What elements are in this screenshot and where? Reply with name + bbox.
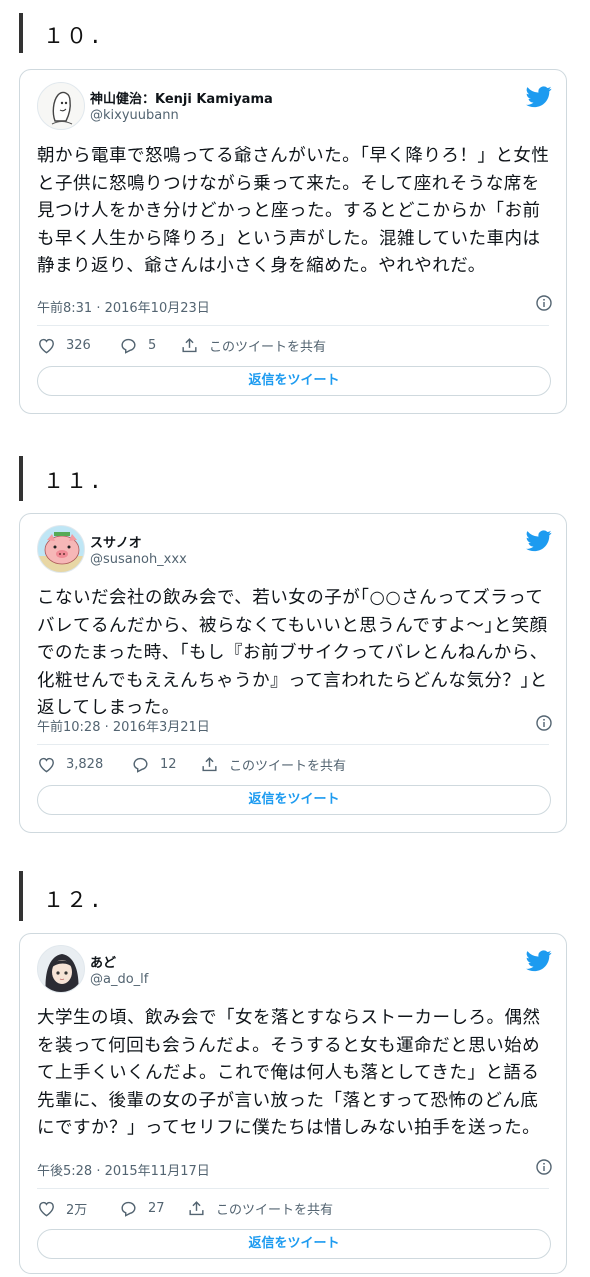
like-action[interactable]: 326: [37, 336, 91, 355]
reply-count: 12: [160, 757, 177, 772]
share-icon: [202, 757, 217, 772]
divider: [37, 1188, 549, 1189]
like-action[interactable]: 3,828: [37, 755, 103, 774]
tweet-actions: 326 5 このツイートを共有: [37, 336, 551, 358]
like-count: 3,828: [66, 757, 104, 772]
heart-icon: [39, 757, 54, 773]
reply-tweet-button[interactable]: 返信をツイート: [37, 785, 551, 815]
reply-tweet-button[interactable]: 返信をツイート: [37, 366, 551, 396]
twitter-bird-icon[interactable]: [526, 950, 552, 972]
reply-tweet-button[interactable]: 返信をツイート: [37, 1229, 551, 1259]
tweet-timestamp[interactable]: 午後5:28 · 2015年11月17日: [37, 1160, 210, 1179]
section-heading-bar: [19, 13, 23, 53]
info-icon[interactable]: [536, 295, 552, 311]
section-heading-bar: [19, 871, 23, 921]
reply-icon: [121, 338, 136, 354]
reply-action[interactable]: 5: [119, 336, 156, 355]
reply-icon: [121, 1201, 136, 1217]
share-label: このツイートを共有: [209, 340, 327, 355]
user-handle[interactable]: @a_do_lf: [90, 972, 148, 987]
avatar[interactable]: [37, 945, 85, 993]
share-action[interactable]: このツイートを共有: [187, 1199, 333, 1218]
tweet-card[interactable]: あど @a_do_lf 大学生の頃、飲み会で「女を落とすならストーカーしろ。偶然…: [19, 933, 567, 1274]
tweet-text: こないだ会社の飲み会で、若い女の子が｢○○さんってズラってバレてるんだから、被ら…: [37, 588, 548, 719]
display-name[interactable]: あど: [90, 952, 116, 971]
display-name[interactable]: 神山健治：Kenji Kamiyama: [90, 88, 273, 107]
display-name[interactable]: スサノオ: [90, 532, 142, 551]
user-handle[interactable]: @kixyuubann: [90, 108, 179, 123]
avatar[interactable]: [37, 82, 85, 130]
info-icon[interactable]: [536, 715, 552, 731]
twitter-bird-icon[interactable]: [526, 530, 552, 552]
share-label: このツイートを共有: [229, 759, 347, 774]
avatar[interactable]: [37, 525, 85, 573]
section-number: １０.: [43, 24, 104, 48]
reply-count: 5: [148, 338, 157, 353]
share-icon: [189, 1201, 204, 1216]
twitter-bird-icon[interactable]: [526, 86, 552, 108]
like-count: 2万: [66, 1203, 88, 1218]
divider: [37, 744, 549, 745]
user-handle[interactable]: @susanoh_xxx: [90, 552, 187, 567]
share-label: このツイートを共有: [216, 1203, 334, 1218]
section-heading-bar: [19, 456, 23, 501]
tweet-timestamp[interactable]: 午前8:31 · 2016年10月23日: [37, 297, 210, 316]
section-number: １２.: [43, 888, 104, 912]
like-action[interactable]: 2万: [37, 1199, 87, 1218]
reply-icon: [133, 757, 148, 773]
tweet-actions: 2万 27 このツイートを共有: [37, 1199, 551, 1221]
share-icon: [182, 338, 197, 353]
tweet-text: 朝から電車で怒鳴ってる爺さんがいた。「早く降りろ！」と女性と子供に怒鳴りつけなが…: [37, 146, 550, 277]
divider: [37, 325, 549, 326]
share-action[interactable]: このツイートを共有: [180, 336, 326, 355]
tweet-text: 大学生の頃、飲み会で「女を落とすならストーカーしろ。偶然を装って何回も会うんだよ…: [37, 1008, 541, 1139]
reply-count: 27: [148, 1201, 165, 1216]
tweet-actions: 3,828 12 このツイートを共有: [37, 755, 551, 777]
heart-icon: [39, 1201, 54, 1217]
tweet-timestamp[interactable]: 午前10:28 · 2016年3月21日: [37, 716, 210, 735]
like-count: 326: [66, 338, 91, 353]
tweet-card[interactable]: スサノオ @susanoh_xxx こないだ会社の飲み会で、若い女の子が｢○○さ…: [19, 513, 567, 833]
share-action[interactable]: このツイートを共有: [200, 755, 346, 774]
heart-icon: [39, 338, 54, 354]
section-number: １１.: [43, 469, 104, 493]
info-icon[interactable]: [536, 1159, 552, 1175]
reply-action[interactable]: 12: [131, 755, 177, 774]
reply-action[interactable]: 27: [119, 1199, 165, 1218]
tweet-card[interactable]: 神山健治：Kenji Kamiyama @kixyuubann 朝から電車で怒鳴…: [19, 69, 567, 414]
